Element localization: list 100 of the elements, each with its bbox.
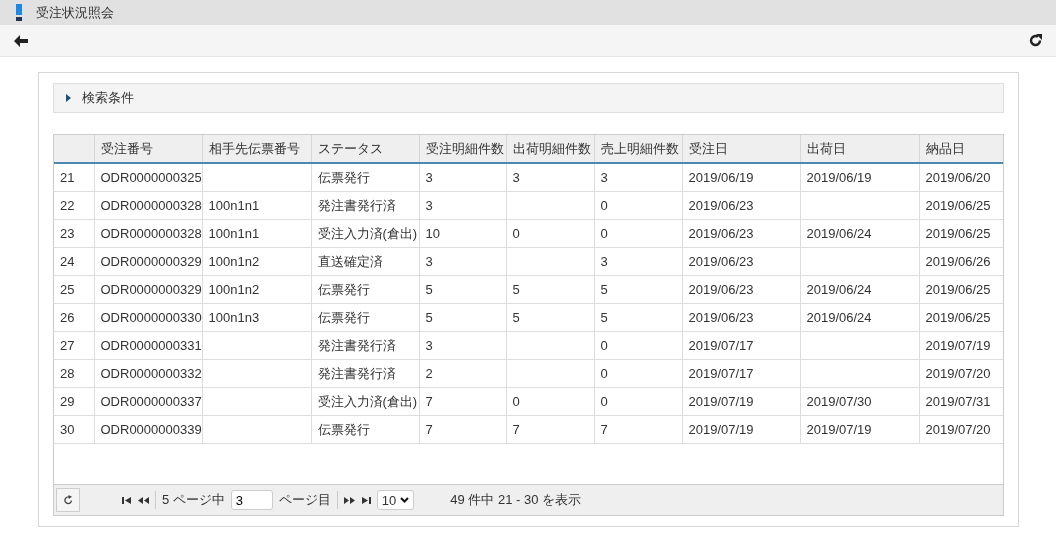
table-cell: 2019/06/26 (919, 247, 1003, 276)
first-page-icon[interactable] (122, 496, 132, 504)
page-suffix-label: ページ目 (278, 491, 331, 509)
column-header[interactable]: 受注明細件数 (419, 135, 506, 163)
column-header[interactable]: 受注番号 (94, 135, 202, 163)
row-number: 28 (54, 359, 94, 388)
search-conditions-toggle[interactable]: 検索条件 (53, 83, 1004, 113)
row-number: 29 (54, 387, 94, 416)
column-header[interactable]: 相手先伝票番号 (202, 135, 311, 163)
table-cell: 100n1n1 (202, 191, 311, 220)
column-header[interactable]: 出荷明細件数 (506, 135, 594, 163)
table-cell: 2019/07/20 (919, 415, 1003, 444)
row-number: 22 (54, 191, 94, 220)
table-cell: 2019/06/25 (919, 303, 1003, 332)
table-cell: 100n1n2 (202, 275, 311, 304)
table-cell: ODR0000000328 (94, 191, 202, 220)
table-cell: 直送確定済 (311, 247, 419, 276)
table-cell: 7 (594, 415, 682, 444)
table-cell: 2019/07/19 (682, 415, 800, 444)
table-cell: 2019/07/30 (800, 387, 919, 416)
column-header[interactable]: 出荷日 (800, 135, 919, 163)
column-header[interactable]: ステータス (311, 135, 419, 163)
table-cell: 3 (419, 191, 506, 220)
table-cell: 伝票発行 (311, 303, 419, 332)
table-cell: ODR0000000339 (94, 415, 202, 444)
table-cell: 3 (594, 163, 682, 192)
table-cell: 2019/06/23 (682, 191, 800, 220)
table-cell: 5 (506, 303, 594, 332)
table-cell: 2019/07/17 (682, 359, 800, 388)
table-cell: 100n1n3 (202, 303, 311, 332)
table-cell: 2019/07/19 (682, 387, 800, 416)
table-cell: 0 (594, 387, 682, 416)
table-cell: ODR0000000328 (94, 219, 202, 248)
table-cell: 5 (506, 275, 594, 304)
table-cell: 100n1n1 (202, 219, 311, 248)
table-cell: 発注書発行済 (311, 331, 419, 360)
table-cell: 2019/07/19 (919, 331, 1003, 360)
reload-icon (63, 495, 73, 505)
table-cell: 100n1n2 (202, 247, 311, 276)
table-cell: 2019/06/23 (682, 247, 800, 276)
table-cell: 伝票発行 (311, 415, 419, 444)
table-cell: 2019/07/31 (919, 387, 1003, 416)
table-cell: 2019/06/24 (800, 219, 919, 248)
table-cell: 2019/06/25 (919, 275, 1003, 304)
table-cell: 5 (419, 303, 506, 332)
table-cell: 7 (419, 387, 506, 416)
last-page-icon[interactable] (360, 496, 371, 504)
previous-page-icon[interactable] (138, 496, 149, 504)
row-number: 25 (54, 275, 94, 304)
table-cell: 2019/06/24 (800, 303, 919, 332)
chevron-down-icon (400, 497, 410, 503)
table-cell: 7 (419, 415, 506, 444)
table-cell: 受注入力済(倉出) (311, 219, 419, 248)
table-cell: 2019/06/20 (919, 163, 1003, 192)
column-header[interactable]: 受注日 (682, 135, 800, 163)
table-cell: 7 (506, 415, 594, 444)
table-cell: 2019/06/23 (682, 303, 800, 332)
table-cell: 0 (594, 219, 682, 248)
table-cell: ODR0000000337 (94, 387, 202, 416)
exclamation-icon (16, 4, 22, 21)
next-page-icon[interactable] (343, 496, 355, 504)
total-pages-label: 5 ページ中 (162, 491, 225, 509)
table-cell: 0 (594, 331, 682, 360)
table-cell: ODR0000000329 (94, 275, 202, 304)
refresh-icon[interactable] (1029, 34, 1042, 47)
caret-icon (64, 94, 72, 102)
table-cell: 2019/06/19 (682, 163, 800, 192)
record-summary: 49 件中 21 - 30 を表示 (450, 491, 582, 509)
table-cell: 2019/06/23 (682, 219, 800, 248)
row-number: 24 (54, 247, 94, 276)
table-cell: 伝票発行 (311, 163, 419, 192)
table-cell: 2019/06/25 (919, 219, 1003, 248)
back-arrow-icon[interactable] (14, 34, 28, 47)
table-cell: 3 (419, 331, 506, 360)
page-size-select[interactable]: 10 (376, 490, 415, 510)
row-number: 27 (54, 331, 94, 360)
row-number: 21 (54, 163, 94, 192)
table-cell: 3 (419, 247, 506, 276)
table-cell: 0 (506, 219, 594, 248)
table-cell: 0 (506, 387, 594, 416)
table-cell: 発注書発行済 (311, 191, 419, 220)
table-cell: 2019/07/20 (919, 359, 1003, 388)
table-cell: 受注入力済(倉出) (311, 387, 419, 416)
table-cell: ODR0000000332 (94, 359, 202, 388)
table-cell: ODR0000000331 (94, 331, 202, 360)
row-number: 23 (54, 219, 94, 248)
column-header[interactable]: 売上明細件数 (594, 135, 682, 163)
row-number: 26 (54, 303, 94, 332)
reload-button[interactable] (56, 488, 80, 512)
row-number: 30 (54, 415, 94, 444)
table-cell: 3 (594, 247, 682, 276)
table-cell: 2019/06/24 (800, 275, 919, 304)
table-cell: ODR0000000329 (94, 247, 202, 276)
window-title: 受注状況照会 (36, 3, 114, 22)
column-header[interactable]: 納品日 (919, 135, 1003, 163)
table-cell: 2019/07/17 (682, 331, 800, 360)
table-cell: 3 (506, 163, 594, 192)
page-number-field[interactable]: 3 (230, 490, 273, 510)
table-cell: 5 (594, 303, 682, 332)
table-cell: 発注書発行済 (311, 359, 419, 388)
